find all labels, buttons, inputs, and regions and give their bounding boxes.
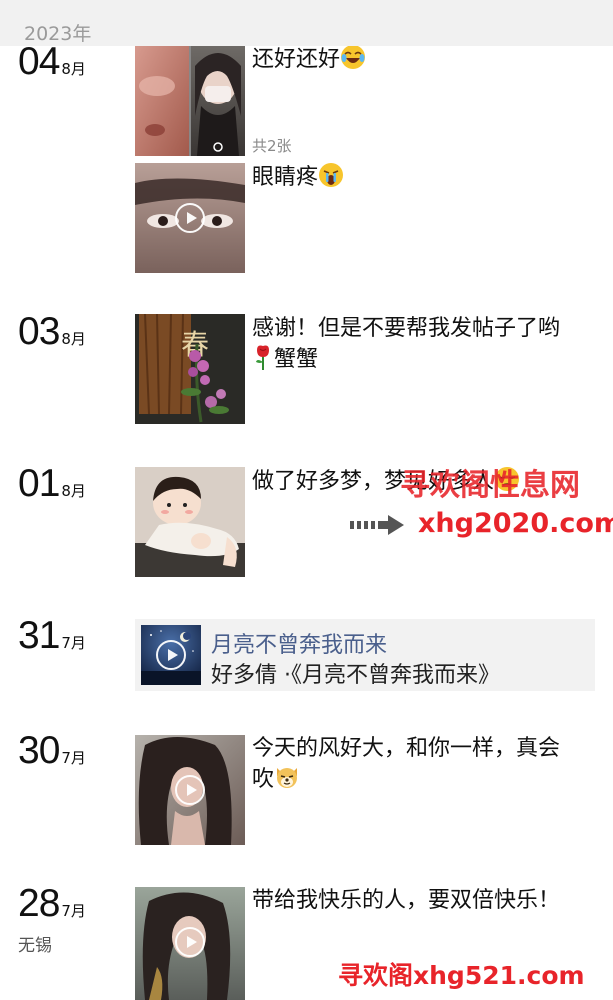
year-header: 2023年 <box>0 0 613 46</box>
caption-text-line2: 吹 <box>252 767 275 792</box>
post-date: 31 7月 <box>18 614 86 658</box>
caption-text: 带给我快乐的人，要双倍快乐！ <box>252 888 561 913</box>
post-date: 04 8月 <box>18 40 86 84</box>
play-icon[interactable] <box>156 640 186 670</box>
watermark-url-bottom: 寻欢阁xhg521.com <box>338 961 585 990</box>
post-location: 无锡 <box>18 936 52 956</box>
post-month: 8月 <box>61 482 86 500</box>
caption-text: 眼睛疼 <box>252 165 319 190</box>
video-thumbnail[interactable] <box>135 735 245 845</box>
post-month: 8月 <box>61 330 86 348</box>
play-icon[interactable] <box>175 775 205 805</box>
watermark-site-name: 寻欢阁性息网 <box>400 468 580 503</box>
video-thumbnail[interactable] <box>135 163 245 273</box>
photo-thumbnail[interactable] <box>135 467 245 577</box>
post-caption: 带给我快乐的人，要双倍快乐！ <box>252 886 597 916</box>
arrow-right-icon <box>350 515 404 535</box>
post-caption: 感谢！但是不要帮我发帖子了哟 蟹蟹 <box>252 314 597 379</box>
post-day: 30 <box>18 729 60 772</box>
caption-text-line2: 蟹蟹 <box>274 347 319 372</box>
post-day: 31 <box>18 614 60 657</box>
post-month: 7月 <box>61 902 86 920</box>
post-month: 7月 <box>61 634 86 652</box>
watermark-url-top: xhg2020.com <box>418 508 613 539</box>
photo-thumbnail[interactable] <box>135 46 245 156</box>
post-date: 01 8月 <box>18 462 86 506</box>
caption-text: 今天的风好大，和你一样，真会 <box>252 736 561 761</box>
play-icon[interactable] <box>175 927 205 957</box>
music-title: 月亮不曾奔我而来 <box>211 633 388 658</box>
post-month: 7月 <box>61 749 86 767</box>
post-date: 28 7月 <box>18 882 86 926</box>
music-cover[interactable] <box>141 625 201 685</box>
caption-text: 感谢！但是不要帮我发帖子了哟 <box>252 316 561 341</box>
rose-emoji <box>252 344 274 379</box>
crying-emoji <box>318 162 344 197</box>
photo-count: 共2张 <box>252 137 292 155</box>
laughing-tears-emoji <box>340 44 366 79</box>
play-icon[interactable] <box>175 203 205 233</box>
dog-emoji <box>274 764 300 799</box>
post-day: 28 <box>18 882 60 925</box>
caption-text: 还好还好 <box>252 47 341 72</box>
post-day: 01 <box>18 462 60 505</box>
photo-thumbnail[interactable]: 春 <box>135 314 245 424</box>
post-caption: 今天的风好大，和你一样，真会 吹 <box>252 734 597 799</box>
post-caption: 眼睛疼 <box>252 162 597 197</box>
post-date: 30 7月 <box>18 729 86 773</box>
post-day: 03 <box>18 310 60 353</box>
video-thumbnail[interactable] <box>135 887 245 1000</box>
year-label: 2023年 <box>24 23 92 45</box>
post-caption: 还好还好 <box>252 44 597 79</box>
moments-timeline: 2023年 04 8月 还好还好 共2张 眼睛疼 03 8月 春 感谢！但是不要… <box>0 0 613 1000</box>
music-artist: 好多倩 ·《月亮不曾奔我而来》 <box>211 663 500 688</box>
post-month: 8月 <box>61 60 86 78</box>
post-day: 04 <box>18 40 60 83</box>
music-share-card[interactable]: 月亮不曾奔我而来 好多倩 ·《月亮不曾奔我而来》 <box>135 619 595 691</box>
post-date: 03 8月 <box>18 310 86 354</box>
